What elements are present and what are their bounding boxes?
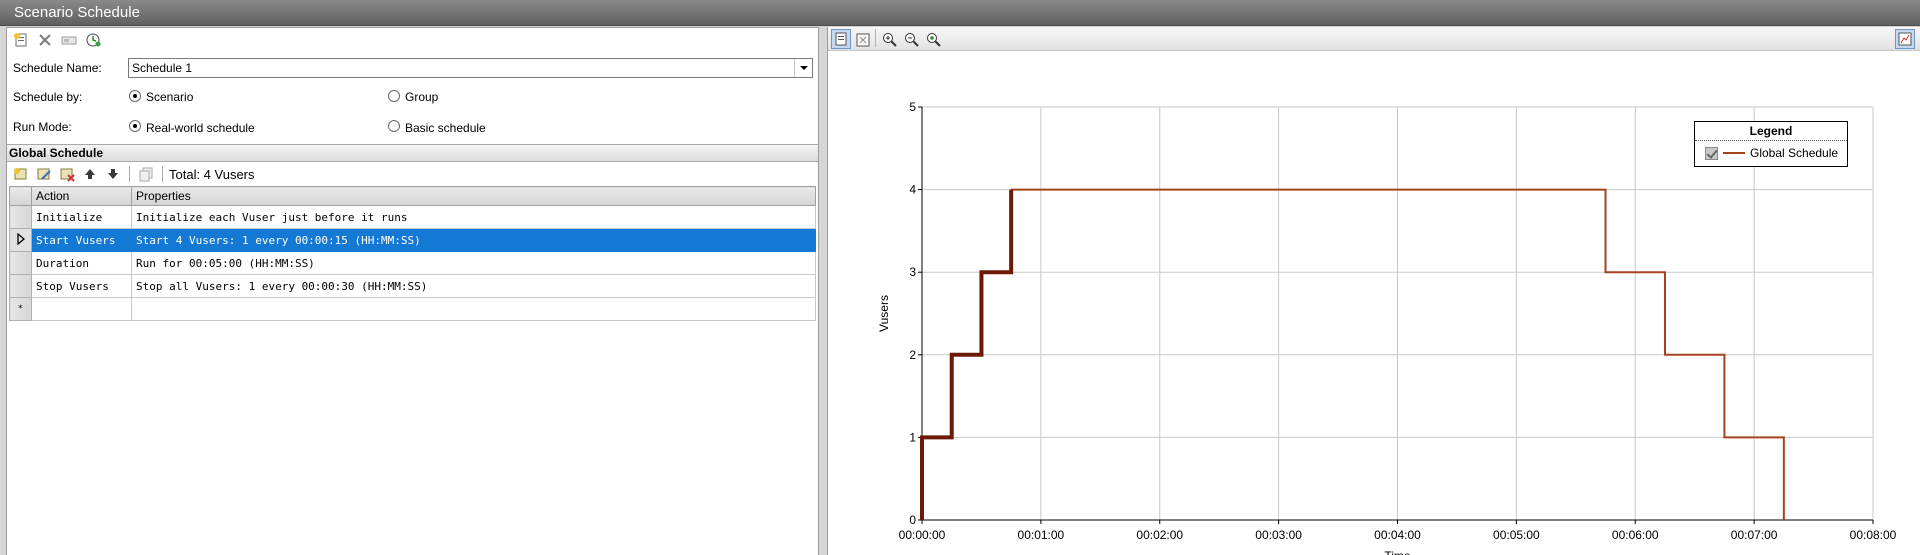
schedule-by-scenario-label: Scenario [146, 90, 194, 104]
row-header-corner [9, 186, 32, 206]
legend-title: Legend [1695, 122, 1847, 141]
toolbar-separator [875, 29, 876, 47]
y-tick-label: 5 [909, 100, 916, 114]
move-down-icon[interactable] [103, 164, 123, 184]
table-row-selected[interactable]: Start Vusers Start 4 Vusers: 1 every 00:… [9, 228, 816, 252]
action-cell[interactable]: Stop Vusers [31, 274, 132, 298]
window-title: Scenario Schedule [0, 0, 1920, 26]
schedule-panel: Schedule Name: Schedule 1 Schedule by: S… [6, 27, 819, 555]
schedule-graph-panel: 00:00:00 00:01:00 00:02:00 00:03:00 00:04:00… [827, 27, 1920, 555]
grid-header-row: Action Properties [9, 186, 816, 206]
schedule-name-dropdown[interactable]: Schedule 1 [128, 58, 813, 78]
properties-cell[interactable]: Stop all Vusers: 1 every 00:00:30 (HH:MM… [131, 274, 816, 298]
y-tick-label: 2 [909, 348, 916, 362]
x-tick-label: 00:08:00 [1850, 528, 1897, 542]
zoom-out-icon[interactable] [902, 30, 922, 50]
y-tick-label: 0 [909, 513, 916, 527]
schedule-by-label: Schedule by: [13, 90, 83, 104]
column-header-properties[interactable]: Properties [131, 186, 816, 206]
run-mode-real-world-label: Real-world schedule [146, 121, 255, 135]
new-row[interactable]: * [9, 297, 816, 321]
schedule-by-group-radio[interactable] [388, 90, 400, 102]
schedule-by-group-label: Group [405, 90, 439, 104]
run-mode-real-world-radio[interactable] [129, 120, 141, 132]
new-row-marker[interactable]: * [9, 297, 32, 321]
schedule-name-label: Schedule Name: [13, 61, 102, 75]
action-cell[interactable] [31, 297, 132, 321]
toolbar-separator [129, 166, 130, 182]
x-tick-label: 00:07:00 [1731, 528, 1778, 542]
run-mode-basic-label: Basic schedule [405, 121, 486, 135]
table-row[interactable]: Initialize Initialize each Vuser just be… [9, 205, 816, 229]
chevron-down-icon[interactable] [794, 59, 812, 77]
x-tick-label: 00:01:00 [1018, 528, 1065, 542]
y-axis-label: Vusers [877, 295, 891, 332]
legend-item-global-schedule[interactable]: Global Schedule [1705, 146, 1838, 160]
action-cell[interactable]: Start Vusers [31, 228, 132, 252]
zoom-in-icon[interactable] [880, 30, 900, 50]
schedule-actions-grid: Action Properties Initialize Initialize … [9, 186, 816, 321]
current-row-arrow-icon [16, 232, 25, 245]
graph-settings-toggle[interactable] [1895, 29, 1915, 49]
rename-icon[interactable] [59, 30, 79, 50]
global-schedule-header: Global Schedule [7, 144, 818, 162]
new-schedule-icon[interactable] [11, 30, 31, 50]
schedule-toolbar [7, 28, 818, 52]
global-schedule-toolbar: Total: 4 Vusers [7, 163, 818, 185]
properties-cell[interactable] [131, 297, 816, 321]
properties-cell[interactable]: Start 4 Vusers: 1 every 00:00:15 (HH:MM:… [131, 228, 816, 252]
chart-legend: Legend Global Schedule [1694, 121, 1848, 167]
move-up-icon[interactable] [80, 164, 100, 184]
legend-swatch [1723, 152, 1745, 154]
row-header[interactable] [9, 228, 32, 252]
y-tick-label: 4 [909, 183, 916, 197]
copy-icon[interactable] [136, 164, 156, 184]
delete-icon[interactable] [35, 30, 55, 50]
run-mode-basic-radio[interactable] [388, 120, 400, 132]
table-row[interactable]: Stop Vusers Stop all Vusers: 1 every 00:… [9, 274, 816, 298]
delete-action-icon[interactable] [57, 164, 77, 184]
action-cell[interactable]: Initialize [31, 205, 132, 229]
x-tick-label: 00:00:00 [899, 528, 946, 542]
schedule-by-scenario-radio[interactable] [129, 90, 141, 102]
column-header-action[interactable]: Action [31, 186, 132, 206]
x-tick-label: 00:03:00 [1255, 528, 1302, 542]
properties-cell[interactable]: Initialize each Vuser just before it run… [131, 205, 816, 229]
action-cell[interactable]: Duration [31, 251, 132, 275]
x-tick-label: 00:04:00 [1374, 528, 1421, 542]
x-axis-label: Time [1384, 549, 1411, 555]
fit-view-icon[interactable] [853, 30, 873, 50]
y-tick-label: 1 [909, 430, 916, 444]
x-tick-label: 00:02:00 [1136, 528, 1183, 542]
properties-cell[interactable]: Run for 00:05:00 (HH:MM:SS) [131, 251, 816, 275]
schedule-clock-icon[interactable] [83, 30, 103, 50]
graph-view-icon [835, 32, 847, 46]
chart-settings-icon [1898, 32, 1912, 46]
legend-item-label: Global Schedule [1750, 146, 1839, 160]
edit-action-icon[interactable] [34, 164, 54, 184]
y-tick-label: 3 [909, 265, 916, 279]
x-tick-label: 00:05:00 [1493, 528, 1540, 542]
toolbar-separator [162, 166, 163, 182]
add-action-icon[interactable] [11, 164, 31, 184]
zoom-reset-icon[interactable] [924, 30, 944, 50]
row-header[interactable] [9, 251, 32, 275]
graph-toolbar [828, 27, 1920, 51]
row-header[interactable] [9, 205, 32, 229]
run-mode-label: Run Mode: [13, 120, 72, 134]
schedule-name-value: Schedule 1 [132, 61, 193, 75]
row-header[interactable] [9, 274, 32, 298]
table-row[interactable]: Duration Run for 00:05:00 (HH:MM:SS) [9, 251, 816, 275]
graph-view-toggle[interactable] [831, 29, 851, 49]
x-tick-label: 00:06:00 [1612, 528, 1659, 542]
total-vusers-label: Total: 4 Vusers [169, 166, 255, 182]
legend-checkbox[interactable] [1705, 146, 1718, 160]
